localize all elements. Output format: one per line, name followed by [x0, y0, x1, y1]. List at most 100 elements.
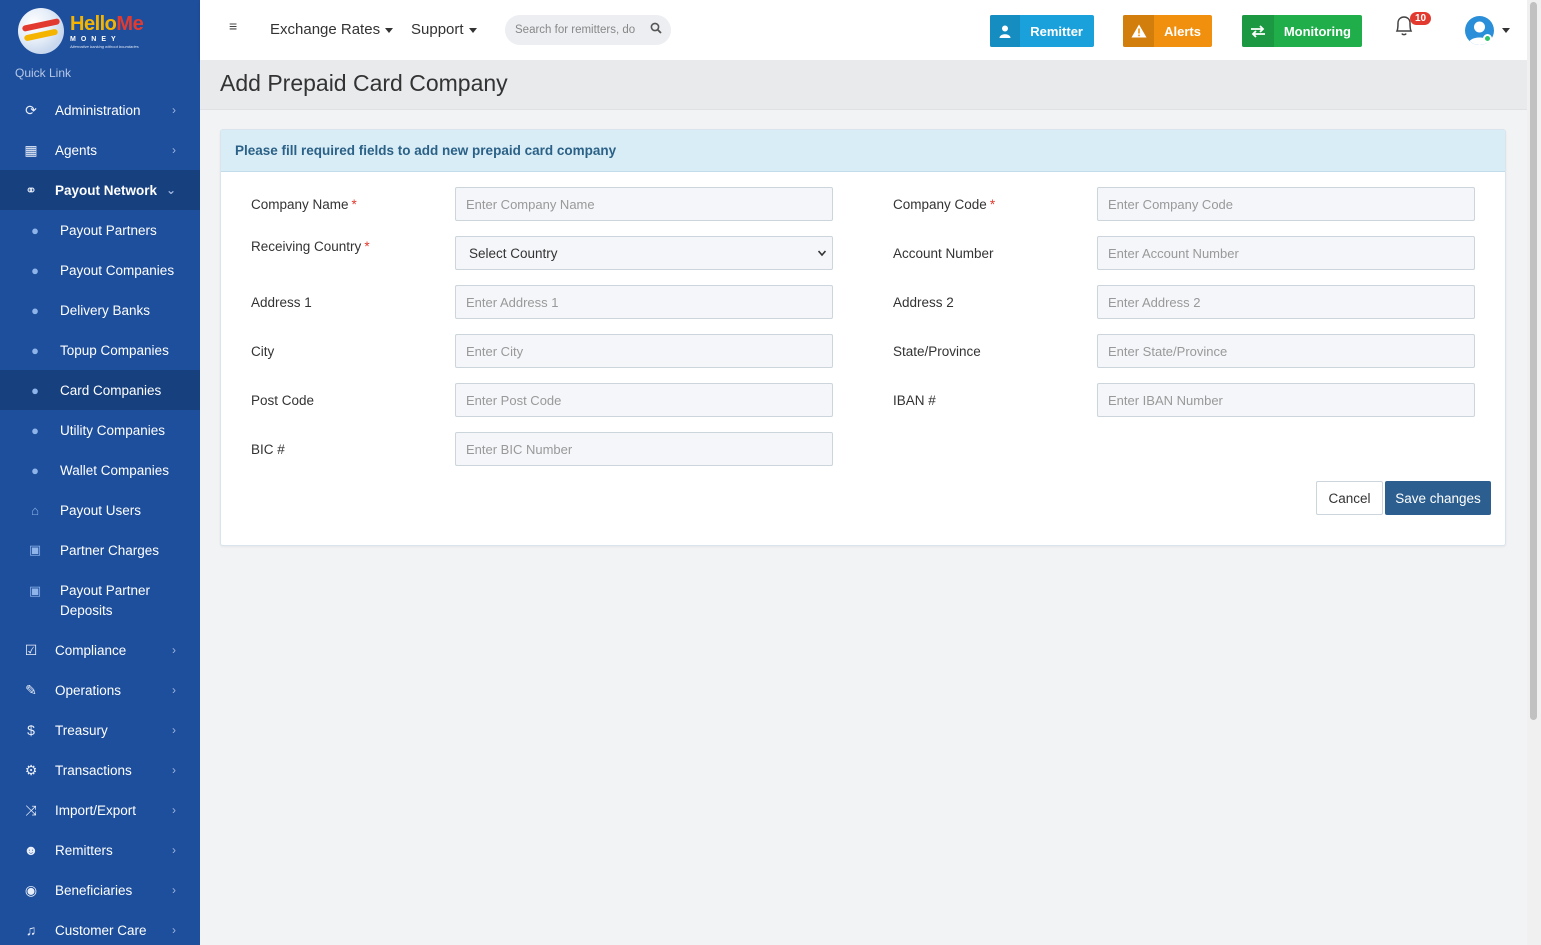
sidebar-item-payout-users[interactable]: ⌂ Payout Users	[0, 490, 200, 530]
sidebar-item-compliance[interactable]: ☑ Compliance ›	[0, 630, 200, 670]
hamburger-menu-icon[interactable]: ≡	[229, 18, 237, 34]
remitter-button-label: Remitter	[1030, 23, 1083, 39]
search-input[interactable]	[515, 24, 640, 36]
sidebar-item-beneficiaries[interactable]: ◉ Beneficiaries ›	[0, 870, 200, 910]
save-button[interactable]: Save changes	[1385, 481, 1491, 515]
chevron-right-icon: ›	[172, 883, 176, 897]
sidebar-item-label: Payout Companies	[60, 262, 175, 278]
chevron-right-icon: ›	[172, 723, 176, 737]
sidebar-item-delivery-banks[interactable]: ● Delivery Banks	[0, 290, 200, 330]
page-header: Add Prepaid Card Company	[200, 60, 1527, 110]
state-input[interactable]	[1097, 334, 1475, 368]
remitter-button[interactable]: Remitter	[990, 15, 1094, 47]
logo[interactable]: HelloMe MONEY Alternative banking withou…	[0, 0, 200, 62]
sidebar-item-label: Customer Care	[55, 922, 147, 938]
receiving-country-select[interactable]: Select Country	[455, 236, 833, 270]
company-name-input[interactable]	[455, 187, 833, 221]
support-label: Support	[411, 21, 464, 38]
company-code-label: Company Code *	[893, 197, 995, 212]
account-number-input[interactable]	[1097, 236, 1475, 270]
user-icon: ●	[31, 422, 39, 438]
user-icon: ●	[31, 342, 39, 358]
user-icon: ●	[31, 302, 39, 318]
sidebar-item-payout-companies[interactable]: ● Payout Companies	[0, 250, 200, 290]
bic-input[interactable]	[455, 432, 833, 466]
bank-icon: ⌂	[31, 502, 39, 518]
exchange-arrows-icon	[1242, 15, 1274, 47]
shuffle-icon: ⤨	[25, 801, 37, 818]
alerts-button[interactable]: Alerts	[1123, 15, 1212, 47]
users-icon: ☻	[23, 842, 39, 858]
user-icon: ●	[31, 462, 39, 478]
address1-input[interactable]	[455, 285, 833, 319]
postcode-input[interactable]	[455, 383, 833, 417]
cogs-icon: ⚙	[24, 761, 38, 778]
exchange-rates-menu[interactable]: Exchange Rates	[270, 21, 394, 38]
user-icon: ●	[31, 382, 39, 398]
sidebar-item-import-export[interactable]: ⤨ Import/Export ›	[0, 790, 200, 830]
sidebar-item-label: Import/Export	[55, 802, 137, 818]
sidebar-item-payout-network[interactable]: ⚭ Payout Network ⌄	[0, 170, 200, 210]
chevron-right-icon: ›	[172, 643, 176, 657]
sidebar-item-label: Delivery Banks	[60, 302, 151, 318]
required-mark: *	[364, 239, 370, 254]
chevron-right-icon: ›	[172, 843, 176, 857]
chevron-down-icon: ⌄	[165, 183, 176, 197]
caret-down-icon	[385, 27, 394, 33]
sidebar-item-payout-partners[interactable]: ● Payout Partners	[0, 210, 200, 250]
monitoring-button[interactable]: Monitoring	[1242, 15, 1362, 47]
exchange-rates-label: Exchange Rates	[270, 21, 381, 38]
quick-link-label: Quick Link	[15, 66, 72, 80]
sidebar-item-card-companies[interactable]: ● Card Companies	[0, 370, 200, 410]
form-card: Please fill required fields to add new p…	[220, 129, 1506, 546]
cancel-button[interactable]: Cancel	[1316, 481, 1383, 515]
sidebar-item-transactions[interactable]: ⚙ Transactions ›	[0, 750, 200, 790]
required-mark: *	[989, 197, 996, 212]
state-label: State/Province	[893, 344, 981, 359]
alerts-button-label: Alerts	[1164, 23, 1201, 39]
logo-text: HelloMe MONEY Alternative banking withou…	[70, 12, 144, 49]
caret-down-icon[interactable]	[1502, 28, 1510, 33]
company-code-input[interactable]	[1097, 187, 1475, 221]
monitoring-button-label: Monitoring	[1283, 23, 1351, 39]
brand-hello: Hello	[70, 12, 117, 35]
iban-input[interactable]	[1097, 383, 1475, 417]
sidebar-item-wallet-companies[interactable]: ● Wallet Companies	[0, 450, 200, 490]
check-square-icon: ☑	[24, 641, 38, 658]
sidebar-item-label: Transactions	[55, 762, 132, 778]
brand-money: MONEY	[70, 35, 121, 43]
address2-label: Address 2	[893, 295, 954, 310]
sidebar-item-treasury[interactable]: $ Treasury ›	[0, 710, 200, 750]
receiving-country-label: Receiving Country *	[251, 239, 370, 254]
search-icon[interactable]	[650, 22, 662, 34]
address2-input[interactable]	[1097, 285, 1475, 319]
sidebar-item-customer-care[interactable]: ♫ Customer Care ›	[0, 910, 200, 945]
sidebar-item-payout-partner-deposits[interactable]: ▣ Payout Partner Deposits	[0, 570, 200, 630]
sidebar-item-label: Wallet Companies	[60, 462, 170, 478]
wrench-icon: ✎	[25, 681, 37, 698]
account-number-label: Account Number	[893, 246, 994, 261]
notification-badge: 10	[1410, 12, 1432, 25]
sidebar-item-remitters[interactable]: ☻ Remitters ›	[0, 830, 200, 870]
sidebar-item-utility-companies[interactable]: ● Utility Companies	[0, 410, 200, 450]
chevron-right-icon: ›	[172, 103, 176, 117]
sidebar-item-label: Remitters	[55, 842, 113, 858]
sidebar-item-administration[interactable]: ⟳ Administration ›	[0, 90, 200, 130]
globe-logo-icon	[18, 8, 64, 54]
cog-icon: ⟳	[25, 101, 37, 118]
topbar: ≡ Exchange Rates Support Remitter Alerts…	[200, 0, 1527, 60]
warning-icon	[1123, 15, 1155, 47]
sidebar-item-label: Operations	[55, 682, 122, 698]
sidebar-item-agents[interactable]: ▦ Agents ›	[0, 130, 200, 170]
page-title: Add Prepaid Card Company	[220, 70, 508, 96]
sidebar-item-operations[interactable]: ✎ Operations ›	[0, 670, 200, 710]
sidebar-item-label: Card Companies	[60, 382, 162, 398]
sidebar-item-topup-companies[interactable]: ● Topup Companies	[0, 330, 200, 370]
city-input[interactable]	[455, 334, 833, 368]
scrollbar-thumb[interactable]	[1530, 2, 1537, 720]
chevron-right-icon: ›	[172, 763, 176, 777]
sidebar-item-partner-charges[interactable]: ▣ Partner Charges	[0, 530, 200, 570]
sidebar-item-label: Topup Companies	[60, 342, 169, 358]
required-mark: *	[351, 197, 357, 212]
support-menu[interactable]: Support	[411, 21, 477, 38]
